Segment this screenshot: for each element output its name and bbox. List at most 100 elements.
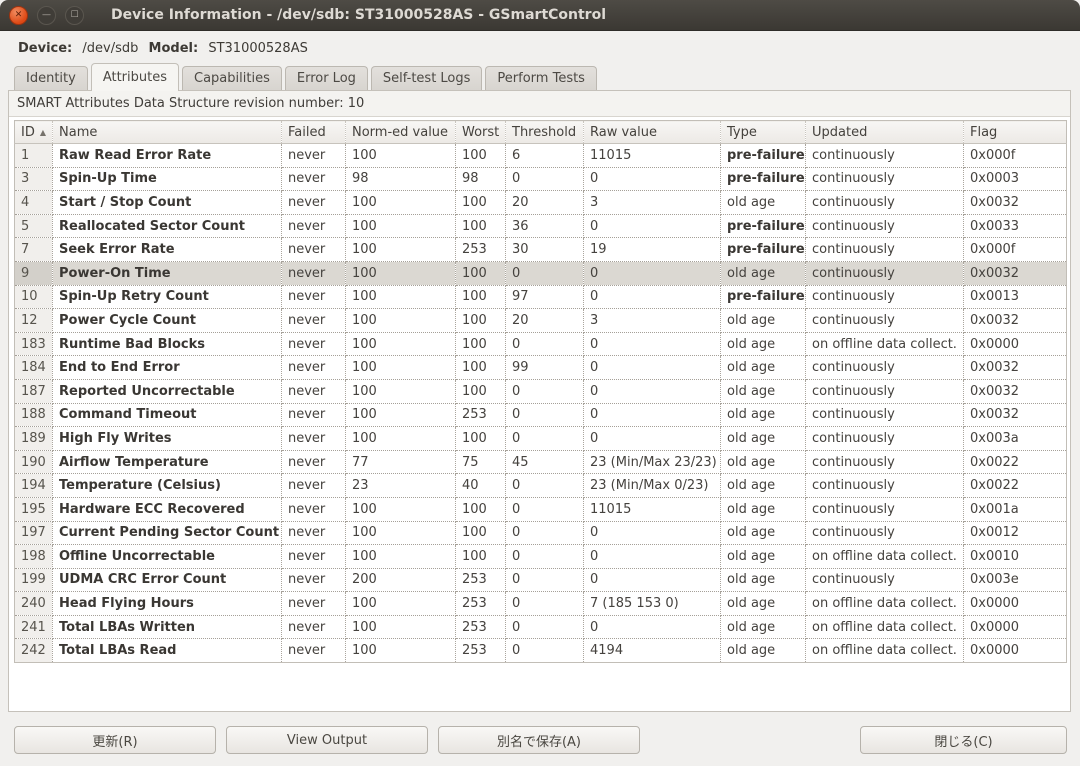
table-row[interactable]: 1Raw Read Error Ratenever100100611015pre… — [15, 144, 1067, 168]
cell-norm-ed-value: 100 — [346, 427, 456, 451]
cell-worst: 253 — [456, 238, 506, 262]
table-row[interactable]: 194Temperature (Celsius)never2340023 (Mi… — [15, 474, 1067, 498]
column-header-failed[interactable]: Failed — [282, 121, 346, 144]
column-header-normed-value[interactable]: Norm-ed value — [346, 121, 456, 144]
close-window-icon[interactable]: ✕ — [9, 6, 28, 25]
table-row[interactable]: 190Airflow Temperaturenever77754523 (Min… — [15, 450, 1067, 474]
cell-failed: never — [282, 144, 346, 168]
tab-attributes[interactable]: Attributes — [91, 63, 179, 91]
cell-name: Temperature (Celsius) — [53, 474, 282, 498]
column-header-id[interactable]: ID▲ — [15, 121, 53, 144]
cell-name: Current Pending Sector Count — [53, 521, 282, 545]
cell-norm-ed-value: 100 — [346, 238, 456, 262]
window-title: Device Information - /dev/sdb: ST3100052… — [111, 7, 606, 23]
cell-id: 10 — [15, 285, 53, 309]
device-model-line: Device: /dev/sdb Model: ST31000528AS — [18, 39, 314, 59]
table-row[interactable]: 5Reallocated Sector Countnever100100360p… — [15, 214, 1067, 238]
cell-name: End to End Error — [53, 356, 282, 380]
cell-failed: never — [282, 379, 346, 403]
cell-id: 184 — [15, 356, 53, 380]
table-row[interactable]: 187Reported Uncorrectablenever10010000ol… — [15, 379, 1067, 403]
column-header-type[interactable]: Type — [721, 121, 806, 144]
cell-id: 12 — [15, 309, 53, 333]
minimize-window-icon[interactable]: — — [37, 6, 56, 25]
cell-failed: never — [282, 191, 346, 215]
table-row[interactable]: 3Spin-Up Timenever989800pre-failureconti… — [15, 167, 1067, 191]
cell-id: 197 — [15, 521, 53, 545]
cell-raw-value: 0 — [584, 427, 721, 451]
table-row[interactable]: 195Hardware ECC Recoverednever1001000110… — [15, 497, 1067, 521]
cell-threshold: 0 — [506, 639, 584, 663]
cell-raw-value: 7 (185 153 0) — [584, 592, 721, 616]
table-row[interactable]: 198Offline Uncorrectablenever10010000old… — [15, 545, 1067, 569]
cell-threshold: 0 — [506, 379, 584, 403]
table-row[interactable]: 242Total LBAs Readnever10025304194old ag… — [15, 639, 1067, 663]
cell-updated: continuously — [806, 474, 964, 498]
cell-updated: continuously — [806, 450, 964, 474]
table-row[interactable]: 10Spin-Up Retry Countnever100100970pre-f… — [15, 285, 1067, 309]
save-as-button[interactable]: 別名で保存(A) — [438, 726, 640, 754]
table-row[interactable]: 12Power Cycle Countnever100100203old age… — [15, 309, 1067, 333]
cell-threshold: 0 — [506, 474, 584, 498]
cell-threshold: 0 — [506, 545, 584, 569]
attributes-table-body: 1Raw Read Error Ratenever100100611015pre… — [15, 144, 1067, 663]
column-header-flag[interactable]: Flag — [964, 121, 1067, 144]
cell-name: Start / Stop Count — [53, 191, 282, 215]
cell-worst: 100 — [456, 309, 506, 333]
table-row[interactable]: 188Command Timeoutnever10025300old ageco… — [15, 403, 1067, 427]
column-header-worst[interactable]: Worst — [456, 121, 506, 144]
column-header-raw-value[interactable]: Raw value — [584, 121, 721, 144]
table-row[interactable]: 197Current Pending Sector Countnever1001… — [15, 521, 1067, 545]
cell-type: old age — [721, 497, 806, 521]
refresh-button[interactable]: 更新(R) — [14, 726, 216, 754]
table-row[interactable]: 7Seek Error Ratenever1002533019pre-failu… — [15, 238, 1067, 262]
column-header-updated[interactable]: Updated — [806, 121, 964, 144]
table-row[interactable]: 199UDMA CRC Error Countnever20025300old … — [15, 568, 1067, 592]
cell-id: 5 — [15, 214, 53, 238]
cell-id: 199 — [15, 568, 53, 592]
table-row[interactable]: 184End to End Errornever100100990old age… — [15, 356, 1067, 380]
table-row[interactable]: 4Start / Stop Countnever100100203old age… — [15, 191, 1067, 215]
tab-self-test-logs[interactable]: Self-test Logs — [371, 66, 483, 91]
cell-raw-value: 4194 — [584, 639, 721, 663]
cell-flag: 0x003e — [964, 568, 1067, 592]
cell-id: 189 — [15, 427, 53, 451]
cell-norm-ed-value: 100 — [346, 592, 456, 616]
cell-norm-ed-value: 100 — [346, 521, 456, 545]
close-button[interactable]: 閉じる(C) — [860, 726, 1067, 754]
device-value: /dev/sdb — [82, 41, 138, 56]
cell-flag: 0x001a — [964, 497, 1067, 521]
cell-type: old age — [721, 261, 806, 285]
column-header-threshold[interactable]: Threshold — [506, 121, 584, 144]
table-row[interactable]: 183Runtime Bad Blocksnever10010000old ag… — [15, 332, 1067, 356]
cell-raw-value: 0 — [584, 285, 721, 309]
cell-norm-ed-value: 77 — [346, 450, 456, 474]
cell-name: Airflow Temperature — [53, 450, 282, 474]
cell-worst: 100 — [456, 545, 506, 569]
cell-id: 190 — [15, 450, 53, 474]
column-header-name[interactable]: Name — [53, 121, 282, 144]
cell-flag: 0x000f — [964, 144, 1067, 168]
cell-type: old age — [721, 615, 806, 639]
cell-threshold: 45 — [506, 450, 584, 474]
table-row[interactable]: 241Total LBAs Writtennever10025300old ag… — [15, 615, 1067, 639]
cell-threshold: 0 — [506, 521, 584, 545]
cell-failed: never — [282, 545, 346, 569]
maximize-window-icon[interactable]: ☐ — [65, 6, 84, 25]
cell-updated: continuously — [806, 521, 964, 545]
table-row[interactable]: 9Power-On Timenever10010000old agecontin… — [15, 261, 1067, 285]
table-row[interactable]: 240Head Flying Hoursnever10025307 (185 1… — [15, 592, 1067, 616]
tab-perform-tests[interactable]: Perform Tests — [485, 66, 597, 91]
cell-flag: 0x0032 — [964, 356, 1067, 380]
tab-error-log[interactable]: Error Log — [285, 66, 368, 91]
tab-identity[interactable]: Identity — [14, 66, 88, 91]
cell-flag: 0x000f — [964, 238, 1067, 262]
tab-capabilities[interactable]: Capabilities — [182, 66, 282, 91]
cell-id: 188 — [15, 403, 53, 427]
table-row[interactable]: 189High Fly Writesnever10010000old ageco… — [15, 427, 1067, 451]
cell-flag: 0x0000 — [964, 332, 1067, 356]
cell-updated: continuously — [806, 379, 964, 403]
cell-raw-value: 0 — [584, 214, 721, 238]
cell-failed: never — [282, 474, 346, 498]
view-output-button[interactable]: View Output — [226, 726, 428, 754]
